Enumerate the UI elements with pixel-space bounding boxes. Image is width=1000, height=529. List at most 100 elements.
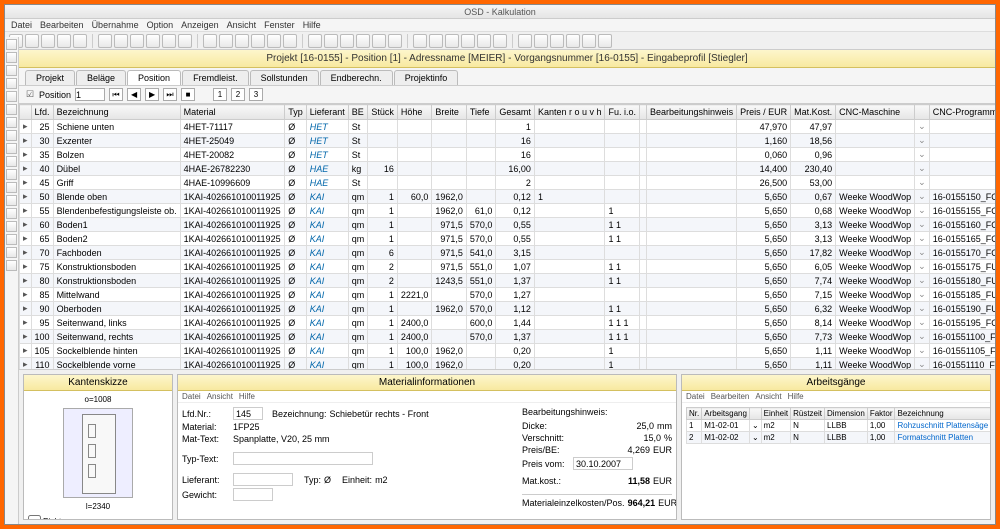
table-row[interactable]: ▸35Bolzen4HET-20082ØHETSt160,0600,96⌄⌄ [20,148,996,162]
page-3-button[interactable]: 3 [249,88,263,101]
tab-projektinfo[interactable]: Projektinfo [394,70,459,85]
table-row[interactable]: ▸55Blendenbefestigungsleiste ob.1KAI-402… [20,204,996,218]
panel-menu-item[interactable]: Ansicht [755,392,781,401]
sidetool-button[interactable] [6,65,17,76]
panel-menu-item[interactable]: Datei [686,392,705,401]
tab-fremdleist.[interactable]: Fremdleist. [182,70,249,85]
menu-ansicht[interactable]: Ansicht [227,20,257,30]
sidetool-button[interactable] [6,247,17,258]
gewicht-input[interactable] [233,488,273,501]
menu-option[interactable]: Option [147,20,174,30]
mat-lfd-input[interactable] [233,407,263,420]
menu-fenster[interactable]: Fenster [264,20,295,30]
nav-prev-button[interactable]: ◀ [127,88,141,101]
toolbar-button[interactable] [550,34,564,48]
tab-beläge[interactable]: Beläge [76,70,126,85]
col-header[interactable]: BE [348,105,368,120]
table-row[interactable]: ▸90Oberboden1KAI-402661010011925ØKAIqm11… [20,302,996,316]
main-grid[interactable]: Lfd.BezeichnungMaterialTypLieferantBEStü… [19,104,995,369]
col-header[interactable]: Lieferant [306,105,348,120]
panel-menu-item[interactable]: Datei [182,392,201,401]
col-header[interactable]: Material [180,105,285,120]
toolbar-button[interactable] [566,34,580,48]
table-row[interactable]: ▸25Schiene unten4HET-71117ØHETSt147,9704… [20,120,996,134]
typtext-input[interactable] [233,452,373,465]
edge-sketch[interactable] [63,408,133,498]
toolbar-button[interactable] [219,34,233,48]
toolbar-button[interactable] [57,34,71,48]
sidetool-button[interactable] [6,260,17,271]
sidetool-button[interactable] [6,143,17,154]
table-row[interactable]: ▸85Mittelwand1KAI-402661010011925ØKAIqm1… [20,288,996,302]
col-header[interactable]: Gesamt [496,105,535,120]
page-1-button[interactable]: 1 [213,88,227,101]
menu-hilfe[interactable]: Hilfe [303,20,321,30]
operation-row[interactable]: 2M1-02-02⌄m2NLLBB1,00Formatschnitt Platt… [687,432,991,444]
toolbar-button[interactable] [582,34,596,48]
sidetool-button[interactable] [6,130,17,141]
toolbar-button[interactable] [203,34,217,48]
toolbar-button[interactable] [25,34,39,48]
toolbar-button[interactable] [73,34,87,48]
toolbar-button[interactable] [340,34,354,48]
table-row[interactable]: ▸75Konstruktionsboden1KAI-40266101001192… [20,260,996,274]
sidetool-button[interactable] [6,91,17,102]
col-header[interactable]: Höhe [397,105,432,120]
nav-first-button[interactable]: ⏮ [109,88,123,101]
toolbar-button[interactable] [324,34,338,48]
toolbar-button[interactable] [356,34,370,48]
sidetool-button[interactable] [6,208,17,219]
col-header[interactable]: Mat.Kost. [791,105,836,120]
toolbar-button[interactable] [98,34,112,48]
table-row[interactable]: ▸60Boden11KAI-402661010011925ØKAIqm1971,… [20,218,996,232]
panel-menu-item[interactable]: Ansicht [207,392,233,401]
col-header[interactable]: Breite [432,105,467,120]
nav-stop-button[interactable]: ■ [181,88,195,101]
table-row[interactable]: ▸95Seitenwand, links1KAI-402661010011925… [20,316,996,330]
tab-projekt[interactable]: Projekt [25,70,75,85]
sidetool-button[interactable] [6,234,17,245]
table-row[interactable]: ▸70Fachboden1KAI-402661010011925ØKAIqm69… [20,246,996,260]
toolbar-button[interactable] [130,34,144,48]
col-header[interactable]: CNC-Maschine [836,105,915,120]
col-header[interactable]: Kanten r o u v h [534,105,605,120]
tab-position[interactable]: Position [127,70,181,85]
operation-row[interactable]: 1M1-02-01⌄m2NLLBB1,00Rohzuschnitt Platte… [687,420,991,432]
table-row[interactable]: ▸40Dübel4HAE-26782230ØHAEkg1616,0014,400… [20,162,996,176]
tab-sollstunden[interactable]: Sollstunden [250,70,319,85]
toolbar-button[interactable] [388,34,402,48]
toolbar-button[interactable] [308,34,322,48]
toolbar-button[interactable] [445,34,459,48]
sidetool-button[interactable] [6,52,17,63]
sidetool-button[interactable] [6,104,17,115]
toolbar-button[interactable] [146,34,160,48]
toolbar-button[interactable] [461,34,475,48]
sidetool-button[interactable] [6,169,17,180]
tab-endberechn.[interactable]: Endberechn. [320,70,393,85]
table-row[interactable]: ▸45Griff4HAE-10996609ØHAESt226,50053,00⌄… [20,176,996,190]
operations-grid[interactable]: Nr.ArbeitsgangEinheitRüstzeitDimensionFa… [686,407,990,444]
toolbar-button[interactable] [178,34,192,48]
lieferant-input[interactable] [233,473,293,486]
toolbar-button[interactable] [372,34,386,48]
toolbar-button[interactable] [518,34,532,48]
toolbar-button[interactable] [598,34,612,48]
table-row[interactable]: ▸110Sockelblende vorne1KAI-4026610100119… [20,358,996,370]
direction-checkbox[interactable]: Richtung [28,515,168,519]
toolbar-button[interactable] [413,34,427,48]
toolbar-button[interactable] [477,34,491,48]
col-header[interactable]: Bearbeitungshinweis [647,105,737,120]
table-row[interactable]: ▸30Exzenter4HET-25049ØHETSt161,16018,56⌄… [20,134,996,148]
toolbar-button[interactable] [267,34,281,48]
toolbar-button[interactable] [41,34,55,48]
table-row[interactable]: ▸105Sockelblende hinten1KAI-402661010011… [20,344,996,358]
page-2-button[interactable]: 2 [231,88,245,101]
toolbar-button[interactable] [235,34,249,48]
nav-next-button[interactable]: ▶ [145,88,159,101]
col-header[interactable]: Preis / EUR [737,105,791,120]
menu-anzeigen[interactable]: Anzeigen [181,20,219,30]
panel-menu-item[interactable]: Hilfe [239,392,255,401]
toolbar-button[interactable] [162,34,176,48]
menu-übernahme[interactable]: Übernahme [92,20,139,30]
preisvom-input[interactable] [573,457,633,470]
